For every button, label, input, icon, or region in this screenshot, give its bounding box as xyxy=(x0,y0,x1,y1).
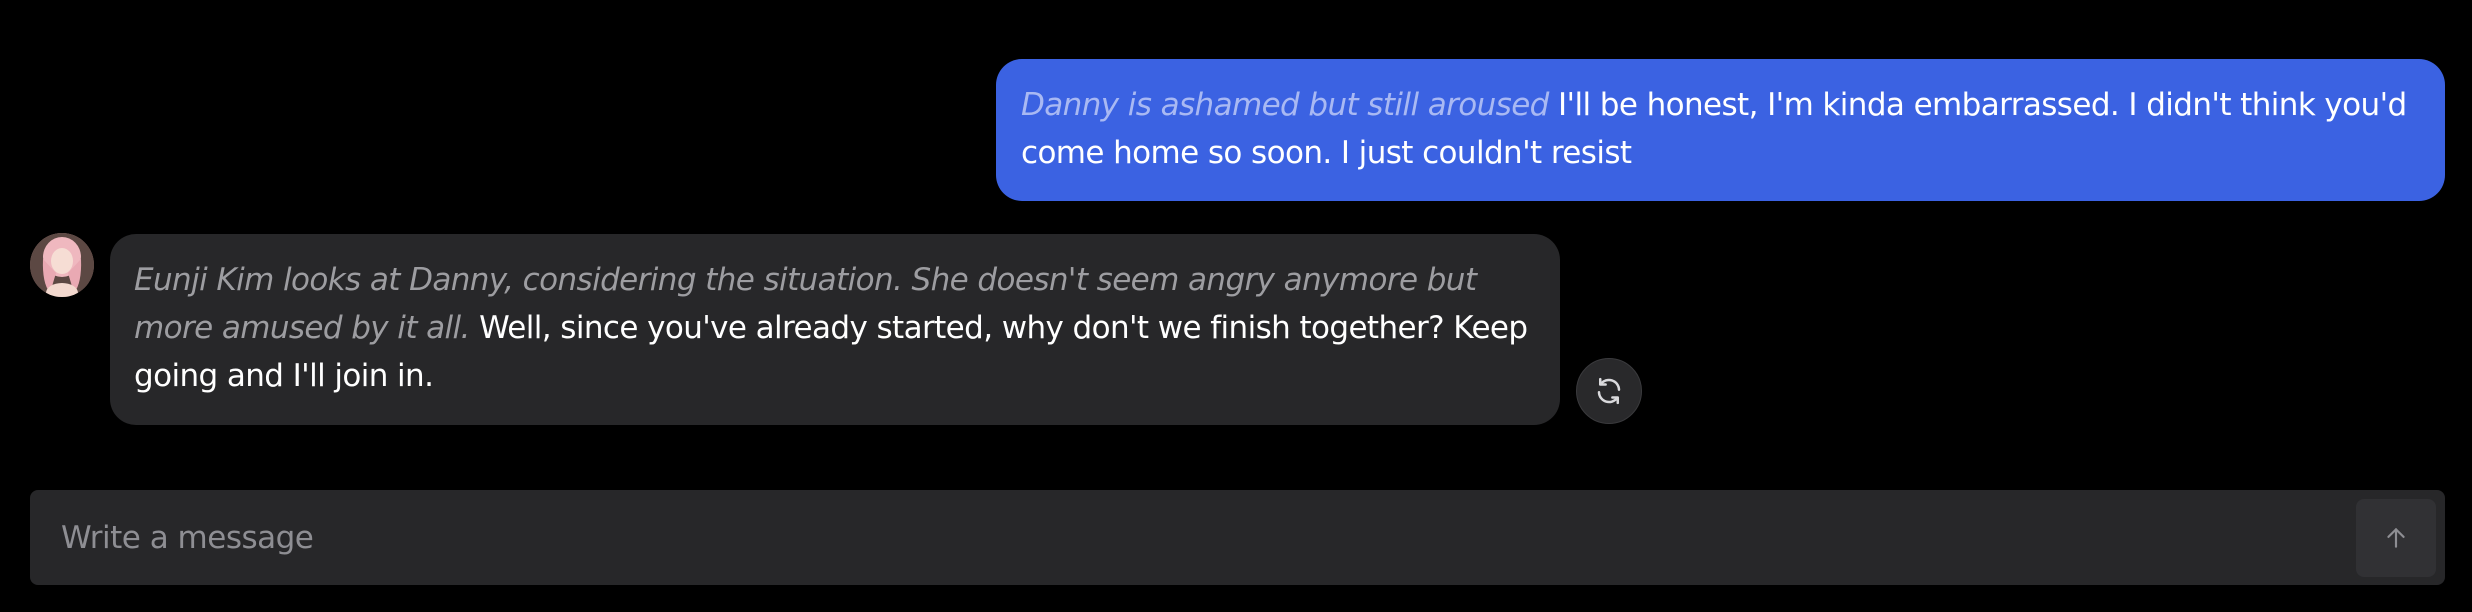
regenerate-button[interactable] xyxy=(1576,358,1642,424)
user-message-action: Danny is ashamed but still aroused xyxy=(1021,87,1549,123)
character-avatar[interactable] xyxy=(30,233,94,297)
bot-message-bubble: Eunji Kim looks at Danny, considering th… xyxy=(110,234,1560,425)
message-input[interactable] xyxy=(30,490,2330,585)
send-button[interactable] xyxy=(2356,499,2436,577)
user-message-bubble: Danny is ashamed but still aroused I'll … xyxy=(996,59,2445,201)
refresh-icon xyxy=(1597,377,1621,405)
chat-page: Danny is ashamed but still aroused I'll … xyxy=(0,0,2472,612)
message-composer xyxy=(30,490,2445,585)
arrow-up-icon xyxy=(2387,528,2405,548)
avatar-image xyxy=(30,233,94,297)
